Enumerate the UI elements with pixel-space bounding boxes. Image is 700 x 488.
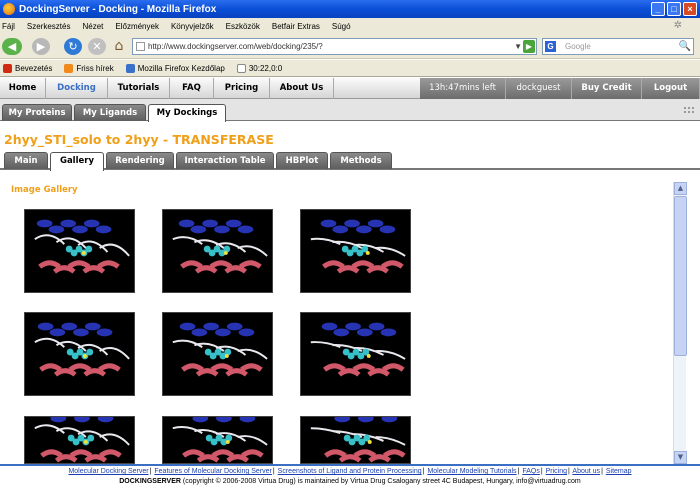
menu-bookmarks[interactable]: Könyvjelzők (171, 22, 214, 31)
nav-faq[interactable]: FAQ (170, 78, 214, 99)
footer-brand: DOCKINGSERVER (119, 478, 181, 485)
reload-icon[interactable]: ↻ (64, 38, 82, 55)
protein-render-9-thumbnail[interactable] (300, 416, 411, 464)
nav-home[interactable]: Home (0, 78, 46, 99)
menu-view[interactable]: Nézet (82, 22, 103, 31)
stop-icon[interactable]: ✕ (88, 38, 106, 55)
detail-tabs: Main Gallery Rendering Interaction Table… (0, 152, 700, 171)
forward-arrow-icon[interactable]: ▶ (32, 38, 50, 55)
tab-main[interactable]: Main (4, 152, 48, 169)
dropdown-arrow-icon[interactable]: ▼ (514, 39, 522, 54)
footer: Molecular Docking Server| Features of Mo… (0, 464, 700, 488)
back-arrow-icon[interactable]: ◀ (2, 38, 22, 55)
tab-rendering[interactable]: Rendering (106, 152, 174, 169)
footer-copyright: (copyright © 2006-2008 Virtua Drug) is m… (182, 478, 581, 485)
logout-button[interactable]: Logout (642, 78, 700, 99)
footer-link[interactable]: Molecular Modeling Tutorials (427, 468, 516, 475)
section-tabs: My Proteins My Ligands My Dockings (0, 99, 700, 122)
close-button[interactable]: × (683, 2, 697, 16)
gallery-heading: Image Gallery (11, 185, 78, 195)
nav-docking[interactable]: Docking (46, 78, 108, 99)
protein-render-7-thumbnail[interactable] (24, 416, 135, 464)
scroll-down-icon[interactable]: ▼ (674, 451, 687, 464)
time-left: 13h:47mins left (420, 78, 506, 99)
menu-edit[interactable]: Szerkesztés (27, 22, 71, 31)
menu-help[interactable]: Súgó (332, 22, 351, 31)
tab-my-ligands[interactable]: My Ligands (74, 104, 146, 121)
go-button[interactable]: ▶ (523, 40, 535, 53)
protein-render-5-thumbnail[interactable] (162, 312, 273, 396)
menu-betfair[interactable]: Betfair Extras (272, 22, 320, 31)
footer-link[interactable]: FAQs (522, 468, 540, 475)
menu-history[interactable]: Előzmények (115, 22, 159, 31)
nav-tutorials[interactable]: Tutorials (108, 78, 170, 99)
maximize-button[interactable]: □ (667, 2, 681, 16)
protein-render-4-thumbnail[interactable] (24, 312, 135, 396)
scroll-thumb[interactable] (674, 196, 687, 356)
nav-about-us[interactable]: About Us (270, 78, 334, 99)
google-icon[interactable]: G (545, 41, 556, 52)
window-title: DockingServer - Docking - Mozilla Firefo… (19, 3, 217, 15)
menu-bar: Fájl Szerkesztés Nézet Előzmények Könyvj… (0, 18, 700, 34)
tab-hbplot[interactable]: HBPlot (276, 152, 328, 169)
footer-link[interactable]: Features of Molecular Docking Server (154, 468, 272, 475)
minimize-button[interactable]: _ (651, 2, 665, 16)
protein-render-1-thumbnail[interactable] (24, 209, 135, 293)
nav-pricing[interactable]: Pricing (214, 78, 270, 99)
page-title: 2hyy_STI_solo to 2hyy - TRANSFERASE (4, 132, 274, 147)
buy-credit-button[interactable]: Buy Credit (572, 78, 642, 99)
rss-icon (64, 63, 74, 73)
menu-file[interactable]: Fájl (2, 22, 15, 31)
firefox-logo-icon (3, 3, 15, 15)
protein-render-8-thumbnail[interactable] (162, 416, 273, 464)
footer-link[interactable]: Screenshots of Ligand and Protein Proces… (278, 468, 422, 475)
bookmark-item[interactable]: Bevezetés (3, 63, 52, 73)
protein-render-3-thumbnail[interactable] (300, 209, 411, 293)
tab-methods[interactable]: Methods (330, 152, 392, 169)
home-icon[interactable]: ⌂ (110, 38, 128, 55)
search-box[interactable]: G Google 🔍 (542, 38, 694, 55)
window-titlebar: DockingServer - Docking - Mozilla Firefo… (0, 0, 700, 18)
tab-gallery[interactable]: Gallery (50, 152, 104, 171)
page-icon (136, 42, 145, 51)
throbber-icon: ✲ (673, 20, 682, 31)
site-navigation: Home Docking Tutorials FAQ Pricing About… (0, 78, 700, 99)
footer-link[interactable]: About us (572, 468, 600, 475)
bookmarks-toolbar: Bevezetés Friss hírek Mozilla Firefox Ke… (0, 60, 700, 77)
footer-link[interactable]: Molecular Docking Server (68, 468, 148, 475)
protein-render-2-thumbnail[interactable] (162, 209, 273, 293)
tab-my-proteins[interactable]: My Proteins (2, 104, 72, 121)
menu-tools[interactable]: Eszközök (226, 22, 260, 31)
bookmark-item[interactable]: 30:22,0:0 (236, 63, 282, 73)
protein-render-6-thumbnail[interactable] (300, 312, 411, 396)
url-text: http://www.dockingserver.com/web/docking… (148, 42, 323, 51)
magnifier-icon[interactable]: 🔍 (679, 39, 691, 54)
bookmark-icon (125, 63, 135, 73)
username: dockguest (506, 78, 572, 99)
tab-interaction-table[interactable]: Interaction Table (176, 152, 274, 169)
scroll-up-icon[interactable]: ▲ (674, 182, 687, 195)
footer-link[interactable]: Pricing (546, 468, 567, 475)
url-bar[interactable]: http://www.dockingserver.com/web/docking… (132, 38, 537, 55)
search-placeholder: Google (565, 42, 591, 51)
bookmark-item[interactable]: Mozilla Firefox Kezdőlap (125, 63, 225, 73)
page-icon (236, 63, 246, 73)
bookmark-icon (3, 63, 12, 73)
bookmark-item[interactable]: Friss hírek (64, 63, 114, 73)
navigation-toolbar: ◀ ▶ ↻ ✕ ⌂ http://www.dockingserver.com/w… (0, 34, 700, 59)
tab-my-dockings[interactable]: My Dockings (148, 104, 226, 122)
footer-link[interactable]: Sitemap (606, 468, 632, 475)
scrollbar[interactable]: ▲ ▼ (673, 182, 687, 464)
drag-handle-icon[interactable] (684, 107, 694, 113)
